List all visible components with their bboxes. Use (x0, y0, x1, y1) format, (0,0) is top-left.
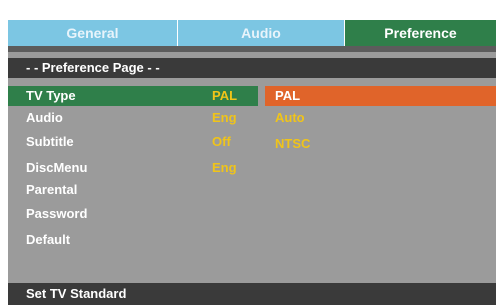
menu-item-label: DiscMenu (26, 160, 88, 175)
menu-item-discmenu[interactable]: DiscMenu Eng (8, 158, 258, 178)
menu-item-subtitle[interactable]: Subtitle Off (8, 132, 258, 152)
tab-audio[interactable]: Audio (178, 20, 344, 46)
option-pal[interactable]: PAL (265, 86, 496, 106)
tab-general[interactable]: General (8, 20, 177, 46)
menu-item-label: Subtitle (26, 134, 74, 149)
menu-item-value: Eng (212, 160, 237, 175)
settings-panel: - - Preference Page - - TV Type PAL Audi… (8, 52, 496, 305)
tab-preference[interactable]: Preference (345, 20, 496, 46)
menu-item-label: TV Type (26, 88, 76, 103)
option-auto[interactable]: Auto (265, 108, 496, 128)
tab-bar: General Audio Preference (8, 20, 496, 46)
menu-item-audio[interactable]: Audio Eng (8, 108, 258, 128)
menu-item-value: Eng (212, 110, 237, 125)
status-bar: Set TV Standard (8, 283, 496, 305)
menu-item-password[interactable]: Password (8, 204, 258, 224)
option-ntsc[interactable]: NTSC (265, 134, 496, 154)
menu-item-default[interactable]: Default (8, 230, 258, 250)
menu-item-label: Password (26, 206, 88, 221)
menu-item-parental[interactable]: Parental (8, 180, 258, 200)
page-title: - - Preference Page - - (8, 58, 496, 78)
menu-item-label: Audio (26, 110, 63, 125)
menu-item-value: PAL (212, 88, 238, 103)
menu-item-tv-type[interactable]: TV Type PAL (8, 86, 258, 106)
menu-item-value: Off (212, 134, 231, 149)
dvd-setup-screen: General Audio Preference - - Preference … (8, 0, 496, 305)
menu-item-label: Parental (26, 182, 78, 197)
menu-item-label: Default (26, 232, 71, 247)
